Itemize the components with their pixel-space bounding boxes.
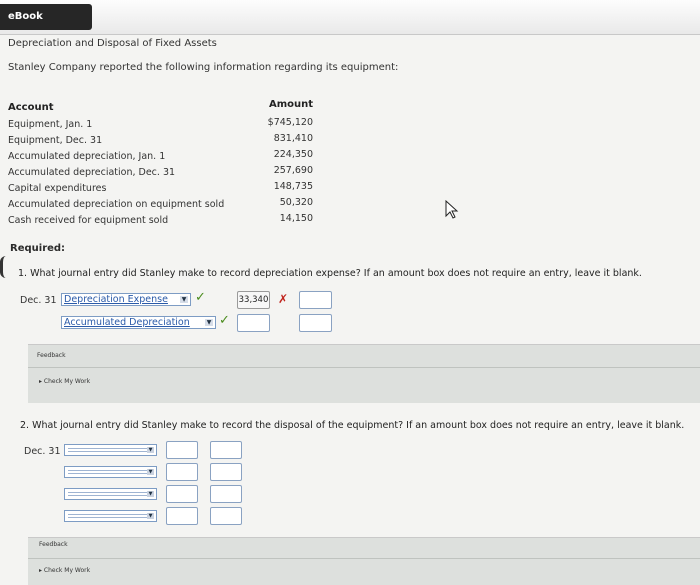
amount-header: Amount	[269, 99, 314, 110]
q2-credit-input-1[interactable]	[210, 441, 242, 459]
q1-debit-input-2[interactable]	[237, 314, 270, 332]
q1-debit-input-1[interactable]: 33,340	[237, 291, 270, 309]
dropdown-arrow-icon: ▼	[205, 319, 213, 326]
ebook-tab[interactable]: eBook	[0, 4, 92, 30]
q2-credit-input-4[interactable]	[210, 507, 242, 525]
q2-account-select-4[interactable]: ▼	[64, 510, 157, 522]
q2-date: Dec. 31	[24, 446, 61, 457]
dropdown-arrow-icon: ▼	[147, 491, 154, 497]
table-row-value: 148,735	[273, 181, 313, 192]
table-row-value: 831,410	[273, 133, 313, 144]
q1-date: Dec. 31	[20, 295, 57, 306]
dropdown-arrow-icon: ▼	[147, 447, 154, 453]
divider	[28, 367, 700, 368]
feedback-panel-1: Feedback ▸ Check My Work	[28, 344, 700, 403]
incorrect-x-icon: ✗	[278, 292, 289, 306]
table-row-label: Capital expenditures	[8, 183, 107, 194]
table-row-label: Equipment, Jan. 1	[8, 119, 93, 130]
q1-account-select-2-value: Accumulated Depreciation	[64, 317, 190, 328]
table-row-label: Accumulated depreciation on equipment so…	[8, 199, 225, 210]
q2-debit-input-2[interactable]	[166, 463, 198, 481]
q1-account-select-2[interactable]: Accumulated Depreciation ▼	[61, 316, 216, 329]
top-bar: eBook	[0, 0, 700, 35]
feedback-panel-2: Feedback ▸ Check My Work	[28, 537, 700, 585]
intro-text: Stanley Company reported the following i…	[8, 62, 399, 73]
page-title: Depreciation and Disposal of Fixed Asset…	[8, 38, 217, 49]
check-my-work-link[interactable]: ▸ Check My Work	[39, 567, 90, 574]
check-my-work-link[interactable]: ▸ Check My Work	[39, 378, 90, 385]
dropdown-arrow-icon: ▼	[180, 296, 188, 303]
required-heading: Required:	[10, 243, 66, 254]
table-row-value: 50,320	[279, 197, 313, 208]
q2-debit-input-4[interactable]	[166, 507, 198, 525]
feedback-label: Feedback	[39, 541, 68, 548]
q1-account-select-1-value: Depreciation Expense	[64, 294, 168, 305]
table-row-label: Cash received for equipment sold	[8, 215, 169, 226]
table-row-label: Equipment, Dec. 31	[8, 135, 103, 146]
account-header: Account	[8, 102, 54, 113]
mouse-cursor-icon	[445, 200, 459, 219]
dropdown-arrow-icon: ▼	[147, 469, 154, 475]
q1-credit-input-1[interactable]	[299, 291, 332, 309]
table-row-label: Accumulated depreciation, Jan. 1	[8, 151, 166, 162]
table-row-value: 14,150	[279, 213, 313, 224]
correct-check-icon: ✓	[195, 290, 206, 305]
table-row-value: 257,690	[273, 165, 313, 176]
correct-check-icon: ✓	[219, 313, 230, 328]
q2-account-select-2[interactable]: ▼	[64, 466, 157, 478]
dropdown-arrow-icon: ▼	[147, 513, 154, 519]
question-marker	[0, 256, 7, 278]
q2-credit-input-2[interactable]	[210, 463, 242, 481]
q2-account-select-1[interactable]: ▼	[64, 444, 157, 456]
q2-credit-input-3[interactable]	[210, 485, 242, 503]
q1-credit-input-2[interactable]	[299, 314, 332, 332]
divider	[28, 558, 700, 559]
table-row-label: Accumulated depreciation, Dec. 31	[8, 167, 176, 178]
feedback-label: Feedback	[37, 352, 66, 359]
question-1-prompt: 1. What journal entry did Stanley make t…	[18, 268, 642, 279]
table-row-value: $745,120	[267, 117, 313, 128]
q2-account-select-3[interactable]: ▼	[64, 488, 157, 500]
question-2-prompt: 2. What journal entry did Stanley make t…	[20, 420, 685, 431]
q2-debit-input-1[interactable]	[166, 441, 198, 459]
q2-debit-input-3[interactable]	[166, 485, 198, 503]
table-row-value: 224,350	[273, 149, 313, 160]
q1-account-select-1[interactable]: Depreciation Expense ▼	[61, 293, 191, 306]
